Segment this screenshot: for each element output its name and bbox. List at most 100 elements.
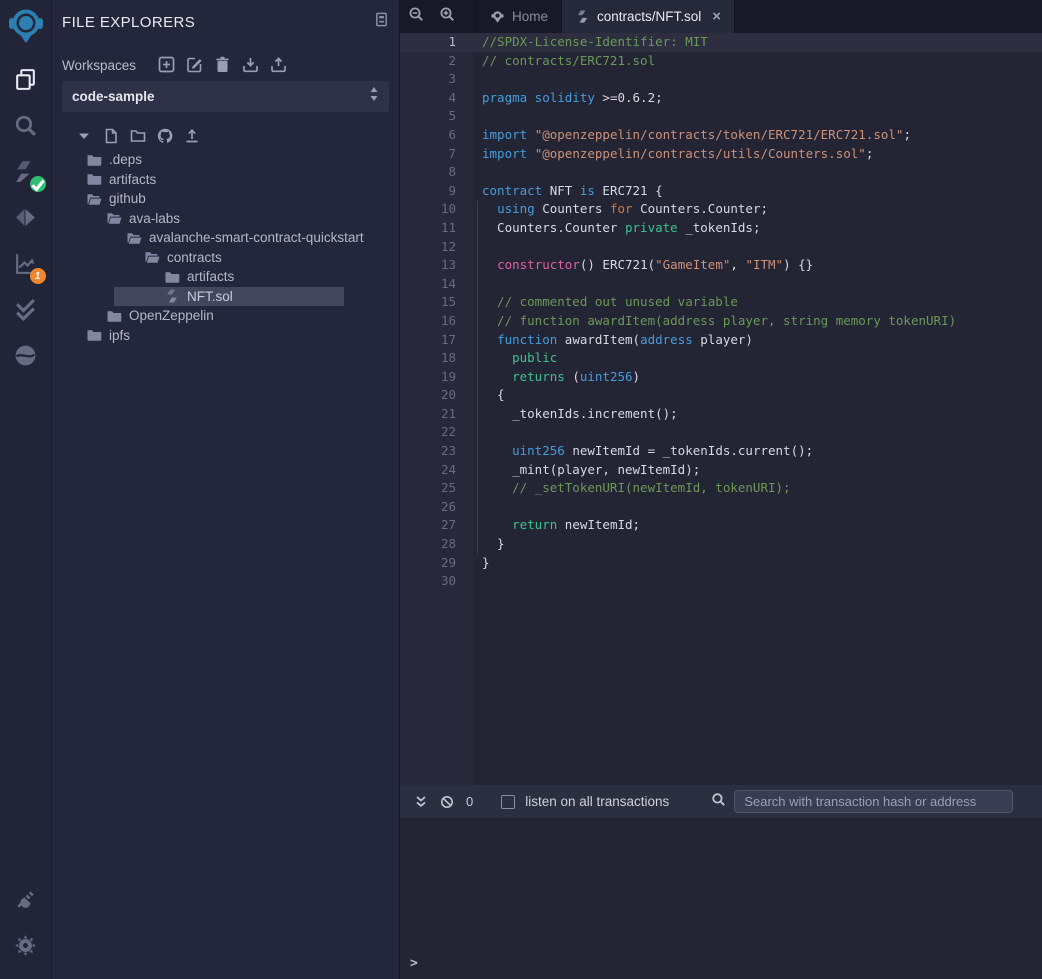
- line-number: 12: [400, 238, 473, 257]
- activity-item-analytics[interactable]: 1: [0, 243, 52, 289]
- activity-item-solidity-compiler[interactable]: [0, 151, 52, 197]
- tree-file-nft-sol[interactable]: NFT.sol: [114, 287, 344, 307]
- tree-folder-contracts[interactable]: contracts: [52, 248, 399, 268]
- restore-workspaces-button[interactable]: [270, 56, 288, 74]
- code-text: [473, 238, 482, 257]
- line-number: 4: [400, 89, 473, 108]
- upload-file-button[interactable]: [184, 128, 202, 146]
- listen-transactions-checkbox[interactable]: [501, 795, 515, 809]
- activity-item-file-explorers[interactable]: [0, 59, 52, 105]
- code-text: function awardItem(address player): [473, 331, 753, 350]
- activity-item-settings[interactable]: [0, 925, 52, 971]
- line-number: 13: [400, 256, 473, 275]
- code-line-7: 7import "@openzeppelin/contracts/utils/C…: [400, 145, 1042, 164]
- plus-square-icon: [158, 60, 175, 77]
- activity-item-deploy-and-run[interactable]: [0, 197, 52, 243]
- line-number: 21: [400, 405, 473, 424]
- activity-item-checks[interactable]: [0, 289, 52, 335]
- code-text: //SPDX-License-Identifier: MIT: [473, 33, 708, 52]
- code-text: using Counters for Counters.Counter;: [473, 200, 768, 219]
- download-workspaces-button[interactable]: [242, 56, 260, 74]
- pencil-square-icon: [186, 60, 203, 77]
- folder-closed-icon: [164, 269, 180, 285]
- code-line-11: 11 Counters.Counter private _tokenIds;: [400, 219, 1042, 238]
- tree-folder-openzeppelin[interactable]: OpenZeppelin: [52, 306, 399, 326]
- magnifier-plus-icon: [439, 6, 455, 27]
- github-icon: [157, 131, 173, 148]
- code-line-2: 2// contracts/ERC721.sol: [400, 52, 1042, 71]
- terminal-clear-icon[interactable]: [436, 791, 458, 813]
- workspaces-label: Workspaces: [62, 58, 136, 73]
- tree-folder-github[interactable]: github: [52, 189, 399, 209]
- code-text: [473, 275, 482, 294]
- line-number: 26: [400, 498, 473, 517]
- code-line-13: 13 constructor() ERC721("GameItem", "ITM…: [400, 256, 1042, 275]
- new-file-button[interactable]: [103, 128, 121, 146]
- copy-pages-icon: [13, 67, 38, 97]
- transaction-count: 0: [466, 794, 473, 809]
- code-text: pragma solidity >=0.6.2;: [473, 89, 663, 108]
- select-updown-caret-icon: [369, 86, 379, 107]
- rename-workspace-button[interactable]: [186, 56, 204, 74]
- code-editor[interactable]: 1//SPDX-License-Identifier: MIT2// contr…: [400, 33, 1042, 785]
- code-text: [473, 423, 482, 442]
- workspace-select[interactable]: code-sample: [62, 81, 389, 112]
- solidity-file-icon: [164, 288, 180, 304]
- code-text: _tokenIds.increment();: [473, 405, 678, 424]
- delete-workspace-button[interactable]: [214, 56, 232, 74]
- listen-transactions-label: listen on all transactions: [525, 794, 669, 809]
- line-number: 7: [400, 145, 473, 164]
- tab-label: contracts/NFT.sol: [597, 9, 701, 24]
- line-number: 28: [400, 535, 473, 554]
- code-line-22: 22: [400, 423, 1042, 442]
- code-line-5: 5: [400, 107, 1042, 126]
- activity-item-plugin-circle[interactable]: [0, 335, 52, 381]
- tree-folder--deps[interactable]: .deps: [52, 150, 399, 170]
- zoom-out-button[interactable]: [400, 0, 431, 33]
- book-icon[interactable]: [374, 12, 389, 32]
- solidity-file: [575, 9, 590, 24]
- folder-closed-icon: [86, 152, 102, 168]
- line-number: 10: [400, 200, 473, 219]
- code-text: // commented out unused variable: [473, 293, 738, 312]
- zoom-in-button[interactable]: [431, 0, 462, 33]
- code-text: return newItemId;: [473, 516, 640, 535]
- new-folder-button[interactable]: [130, 128, 148, 146]
- remix-logo-icon: [5, 5, 47, 47]
- main-column: Home contracts/NFT.sol × 1//SPDX-License-I…: [400, 0, 1042, 979]
- double-check-icon: [13, 297, 38, 327]
- search-icon: [711, 792, 726, 812]
- code-text: [473, 107, 482, 126]
- tree-folder-ava-labs[interactable]: ava-labs: [52, 209, 399, 229]
- swirl-circle-icon: [13, 343, 38, 373]
- tree-folder-artifacts[interactable]: artifacts: [52, 170, 399, 190]
- code-text: {: [473, 386, 505, 405]
- tab-home[interactable]: Home: [476, 0, 562, 33]
- code-line-10: 10 using Counters for Counters.Counter;: [400, 200, 1042, 219]
- terminal-collapse-icon[interactable]: [410, 791, 432, 813]
- code-text: _mint(player, newItemId);: [473, 461, 700, 480]
- line-number: 27: [400, 516, 473, 535]
- folder-open-icon: [86, 191, 102, 207]
- code-text: // contracts/ERC721.sol: [473, 52, 655, 71]
- tree-folder-artifacts[interactable]: artifacts: [52, 267, 399, 287]
- activity-item-search[interactable]: [0, 105, 52, 151]
- code-text: [473, 572, 482, 591]
- workspaces-row: Workspaces: [62, 56, 389, 74]
- terminal-output[interactable]: >: [400, 818, 1042, 979]
- line-number: 11: [400, 219, 473, 238]
- collapse-tree-button[interactable]: [76, 128, 94, 146]
- line-number: 3: [400, 70, 473, 89]
- activity-item-plugin-manager[interactable]: [0, 879, 52, 925]
- new-file-icon: [103, 131, 119, 148]
- tab-contracts-nft-sol[interactable]: contracts/NFT.sol ×: [562, 0, 735, 33]
- create-workspace-button[interactable]: [158, 56, 176, 74]
- transaction-search-input[interactable]: [734, 790, 1013, 813]
- tree-folder-ipfs[interactable]: ipfs: [52, 326, 399, 346]
- clone-github-button[interactable]: [157, 128, 175, 146]
- line-number: 24: [400, 461, 473, 480]
- close-tab-icon[interactable]: ×: [712, 9, 721, 24]
- tree-folder-avalanche-smart-contract-quickstart[interactable]: avalanche-smart-contract-quickstart: [52, 228, 399, 248]
- compile-success-badge: [30, 176, 46, 192]
- upload-arrow-icon: [184, 131, 200, 148]
